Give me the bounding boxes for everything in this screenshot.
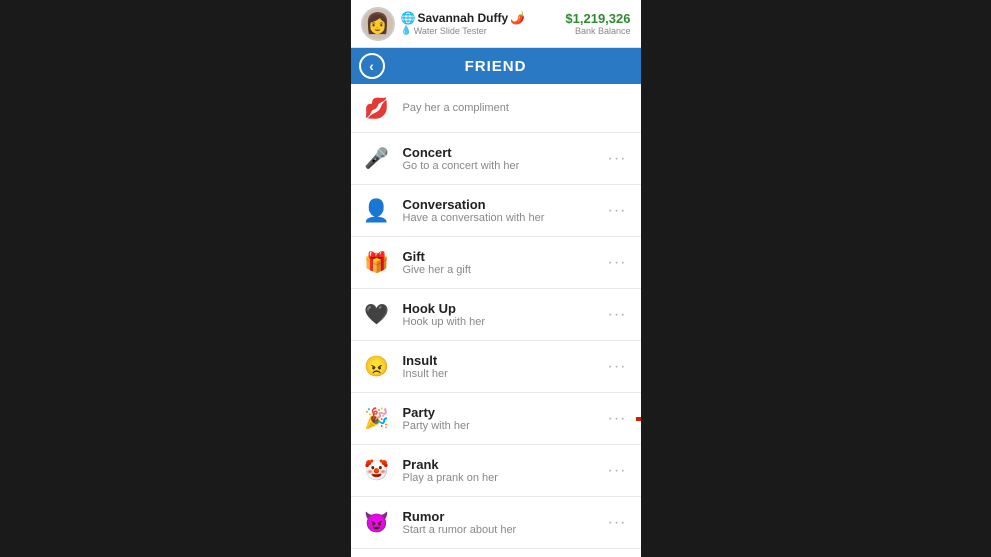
red-arrow-indicator [636,399,641,439]
profile-name: 🌐 Savannah Duffy 🌶️ [401,11,526,25]
rumor-name: Rumor [403,509,604,524]
avatar: 👩 [361,7,395,41]
hookup-name: Hook Up [403,301,604,316]
party-icon: 🎉 [361,403,393,435]
prank-name: Prank [403,457,604,472]
concert-icon: 🎤 [361,143,393,175]
concert-more[interactable]: ··· [604,150,631,168]
left-panel [0,0,351,557]
party-name: Party [403,405,604,420]
hookup-more[interactable]: ··· [604,306,631,324]
concert-desc: Go to a concert with her [403,160,604,172]
rumor-desc: Start a rumor about her [403,524,604,536]
profile-icon: 🌐 [401,11,416,25]
partial-top-item[interactable]: 💋 Pay her a compliment [351,84,641,133]
action-text-prank: Prank Play a prank on her [403,457,604,484]
rumor-more[interactable]: ··· [604,514,631,532]
partial-top-desc: Pay her a compliment [403,102,509,114]
balance-amount: $1,219,326 [565,11,630,26]
insult-icon: 😠 [361,351,393,383]
action-item-hookup[interactable]: 🖤 Hook Up Hook up with her ··· [351,289,641,341]
chili-icon: 🌶️ [510,11,525,25]
insult-more[interactable]: ··· [604,358,631,376]
friend-header: ‹ FRIEND [351,48,641,84]
conversation-desc: Have a conversation with her [403,212,604,224]
rumor-icon: 😈 [361,507,393,539]
profile-bar: 👩 🌐 Savannah Duffy 🌶️ 💧 Water Slide Test… [351,0,641,48]
conversation-name: Conversation [403,197,604,212]
action-list[interactable]: 💋 Pay her a compliment 🎤 Concert Go to a… [351,84,641,557]
action-text-concert: Concert Go to a concert with her [403,145,604,172]
drop-icon: 💧 [401,25,412,36]
conversation-more[interactable]: ··· [604,202,631,220]
friend-title: FRIEND [465,58,527,75]
party-more[interactable]: ··· [604,410,631,428]
balance-label: Bank Balance [565,26,630,36]
action-text-party: Party Party with her [403,405,604,432]
prank-desc: Play a prank on her [403,472,604,484]
action-item-concert[interactable]: 🎤 Concert Go to a concert with her ··· [351,133,641,185]
action-item-insult[interactable]: 😠 Insult Insult her ··· [351,341,641,393]
bank-balance: $1,219,326 Bank Balance [565,11,630,36]
prank-icon: 🤡 [361,455,393,487]
insult-desc: Insult her [403,368,604,380]
action-item-party[interactable]: 🎉 Party Party with her ··· [351,393,641,445]
gift-more[interactable]: ··· [604,254,631,272]
prank-more[interactable]: ··· [604,462,631,480]
action-text-rumor: Rumor Start a rumor about her [403,509,604,536]
back-button[interactable]: ‹ [359,53,385,79]
gift-icon: 🎁 [361,247,393,279]
action-item-rumor[interactable]: 😈 Rumor Start a rumor about her ··· [351,497,641,549]
partial-top-icon: 💋 [361,92,393,124]
action-text-insult: Insult Insult her [403,353,604,380]
party-desc: Party with her [403,420,604,432]
gift-name: Gift [403,249,604,264]
gift-desc: Give her a gift [403,264,604,276]
phone-screen: 👩 🌐 Savannah Duffy 🌶️ 💧 Water Slide Test… [351,0,641,557]
action-text-conversation: Conversation Have a conversation with he… [403,197,604,224]
conversation-icon: 👤 [361,195,393,227]
partial-bottom-item[interactable]: ⏱️ Spend Time ··· [351,549,641,557]
action-text-gift: Gift Give her a gift [403,249,604,276]
action-item-prank[interactable]: 🤡 Prank Play a prank on her ··· [351,445,641,497]
hookup-icon: 🖤 [361,299,393,331]
insult-name: Insult [403,353,604,368]
profile-info: 🌐 Savannah Duffy 🌶️ 💧 Water Slide Tester [401,11,526,36]
action-item-conversation[interactable]: 👤 Conversation Have a conversation with … [351,185,641,237]
action-text-hookup: Hook Up Hook up with her [403,301,604,328]
action-item-gift[interactable]: 🎁 Gift Give her a gift ··· [351,237,641,289]
hookup-desc: Hook up with her [403,316,604,328]
profile-left: 👩 🌐 Savannah Duffy 🌶️ 💧 Water Slide Test… [361,7,526,41]
right-panel [641,0,991,557]
back-icon: ‹ [369,58,374,74]
concert-name: Concert [403,145,604,160]
profile-title: 💧 Water Slide Tester [401,25,526,36]
